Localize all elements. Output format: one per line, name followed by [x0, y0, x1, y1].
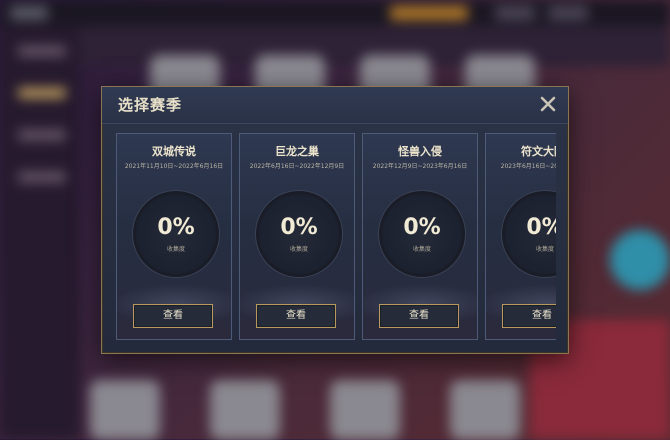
season-card-list[interactable]: 双城传说 2021年11月10日~2022年6月16日 0% 收集度 查看 巨龙…: [116, 133, 556, 341]
collection-label: 收集度: [412, 246, 431, 253]
season-dates: 2022年6月16日~2022年12月9日: [249, 163, 345, 170]
dialog-header: 选择赛季: [102, 87, 568, 124]
collection-label: 收集度: [289, 246, 308, 253]
close-icon[interactable]: [538, 94, 558, 114]
collection-label: 收集度: [166, 246, 185, 253]
collection-percent: 0%: [526, 215, 556, 240]
view-button[interactable]: 查看: [379, 304, 459, 328]
season-name: 双城传说: [152, 145, 196, 158]
collection-label: 收集度: [535, 246, 554, 253]
season-card[interactable]: 怪兽入侵 2022年12月9日~2023年6月16日 0% 收集度 查看: [362, 133, 478, 340]
collection-progress-ring: 0% 收集度: [133, 191, 219, 277]
dialog-title: 选择赛季: [118, 96, 183, 114]
season-card[interactable]: 符文大陆 2023年6月16日~2023年12月 0% 收集度 查看: [485, 133, 556, 340]
season-select-dialog: 选择赛季 双城传说 2021年11月10日~2022年6月16日 0% 收集度 …: [101, 86, 569, 354]
season-dates: 2021年11月10日~2022年6月16日: [124, 163, 224, 170]
collection-percent: 0%: [157, 215, 195, 240]
season-dates: 2023年6月16日~2023年12月: [500, 163, 556, 170]
season-card[interactable]: 双城传说 2021年11月10日~2022年6月16日 0% 收集度 查看: [116, 133, 232, 340]
collection-progress-ring: 0% 收集度: [379, 191, 465, 277]
top-bar: [0, 0, 670, 26]
view-button[interactable]: 查看: [256, 304, 336, 328]
collection-progress-ring: 0% 收集度: [256, 191, 342, 277]
season-name: 巨龙之巢: [275, 145, 319, 158]
collection-percent: 0%: [403, 215, 441, 240]
collection-percent: 0%: [280, 215, 318, 240]
season-dates: 2022年12月9日~2023年6月16日: [372, 163, 468, 170]
season-name: 怪兽入侵: [398, 145, 442, 158]
view-button[interactable]: 查看: [133, 304, 213, 328]
sidebar: [0, 26, 80, 439]
view-button[interactable]: 查看: [502, 304, 556, 328]
season-card[interactable]: 巨龙之巢 2022年6月16日~2022年12月9日 0% 收集度 查看: [239, 133, 355, 340]
collection-progress-ring: 0% 收集度: [502, 191, 556, 277]
season-name: 符文大陆: [521, 145, 556, 158]
